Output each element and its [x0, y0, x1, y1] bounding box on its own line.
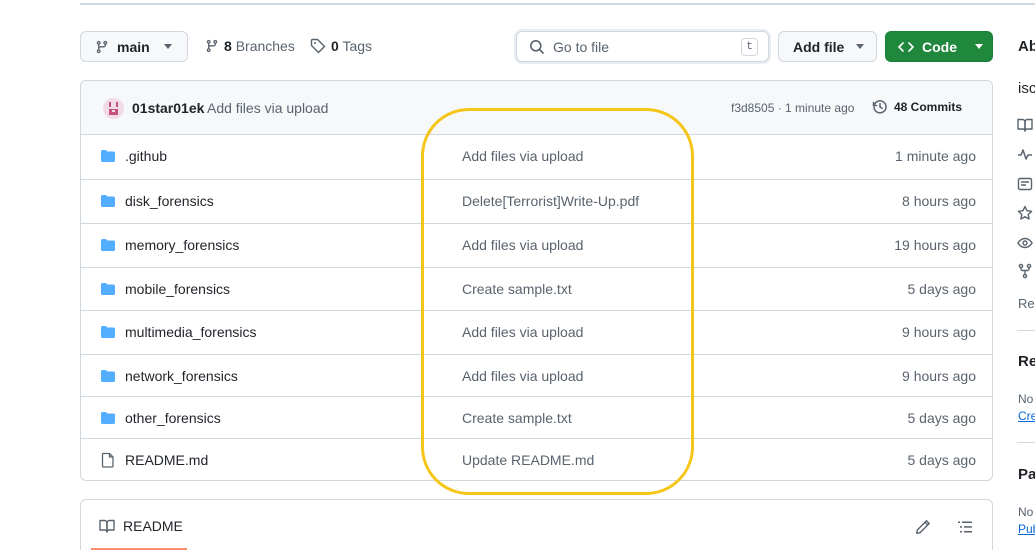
folder-icon — [100, 148, 116, 167]
file-name-link[interactable]: other_forensics — [125, 410, 221, 426]
folder-icon — [100, 410, 116, 429]
commit-age: 1 minute ago — [895, 148, 976, 164]
readme-tab[interactable]: README — [99, 518, 183, 534]
commit-message-link[interactable]: Add files via upload — [462, 368, 583, 384]
readme-panel: README — [80, 499, 993, 550]
file-row[interactable]: memory_forensics Add files via upload 19 h… — [81, 223, 992, 267]
file-row[interactable]: disk_forensics Delete[Terrorist]Write-Up.… — [81, 179, 992, 223]
keyboard-shortcut-badge: t — [741, 38, 758, 56]
tag-icon — [310, 38, 326, 54]
commit-message-link[interactable]: Update README.md — [462, 452, 594, 468]
chevron-down-icon — [856, 44, 865, 49]
commit-message[interactable]: Add files via upload — [207, 100, 328, 116]
pencil-icon[interactable] — [915, 519, 931, 535]
branches-link[interactable]: 8 Branches — [205, 38, 295, 54]
commit-message-link[interactable]: Create sample.txt — [462, 281, 572, 297]
branch-selector[interactable]: main — [80, 31, 188, 62]
commit-age: 19 hours ago — [894, 237, 976, 253]
avatar[interactable] — [103, 98, 124, 119]
file-name-link[interactable]: README.md — [125, 452, 208, 468]
folder-icon — [100, 368, 116, 387]
latest-commit-bar: 01star01ek Add files via upload f3d8505 … — [81, 81, 992, 135]
branches-count: 8 — [224, 38, 232, 54]
folder-icon — [100, 281, 116, 300]
book-icon[interactable] — [1017, 117, 1033, 133]
chevron-down-icon — [975, 44, 983, 49]
packages-heading[interactable]: Pa — [1018, 466, 1035, 483]
tags-label: Tags — [342, 38, 373, 54]
commits-link[interactable]: 48 Commits — [872, 99, 962, 115]
folder-icon — [100, 193, 116, 212]
commit-age: 5 days ago — [907, 452, 977, 468]
go-to-file-search[interactable]: t — [516, 31, 769, 62]
file-browser: 01star01ek Add files via upload f3d8505 … — [80, 80, 993, 481]
branch-name: main — [117, 38, 150, 55]
commit-author[interactable]: 01star01ek — [132, 100, 204, 116]
publish-package-link[interactable]: Pub — [1018, 522, 1035, 536]
repo-forked-icon[interactable] — [1017, 263, 1033, 279]
sidebar-divider — [1017, 330, 1035, 331]
file-row[interactable]: other_forensics Create sample.txt 5 days a… — [81, 396, 992, 440]
code-label: Code — [922, 38, 957, 55]
sidebar-divider — [1017, 442, 1035, 443]
about-heading: Ab — [1018, 38, 1035, 55]
commit-age: 8 hours ago — [902, 193, 976, 209]
note-icon[interactable] — [1017, 176, 1033, 192]
file-row[interactable]: .github Add files via upload 1 minute ago — [81, 135, 992, 179]
git-branch-icon — [96, 40, 108, 53]
history-icon — [872, 100, 887, 114]
commit-hash-time[interactable]: f3d8505 · 1 minute ago — [731, 101, 854, 115]
file-name-link[interactable]: disk_forensics — [125, 193, 214, 209]
commit-message-link[interactable]: Create sample.txt — [462, 410, 572, 426]
report-link-partial[interactable]: Re — [1018, 296, 1035, 311]
commit-message-link[interactable]: Delete[Terrorist]Write-Up.pdf — [462, 193, 639, 209]
tags-count: 0 — [331, 38, 339, 54]
packages-empty-text: No — [1018, 505, 1034, 519]
tags-link[interactable]: 0 Tags — [310, 38, 372, 54]
file-name-link[interactable]: mobile_forensics — [125, 281, 230, 297]
commit-age: 5 days ago — [907, 410, 977, 426]
git-branch-icon — [206, 39, 218, 53]
commit-message-link[interactable]: Add files via upload — [462, 237, 583, 253]
readme-title: README — [123, 518, 183, 534]
add-file-button[interactable]: Add file — [778, 31, 877, 62]
about-description: isc — [1018, 80, 1035, 97]
file-name-link[interactable]: multimedia_forensics — [125, 324, 257, 340]
file-icon — [100, 452, 116, 471]
releases-empty-text: No — [1018, 392, 1034, 406]
commit-message-link[interactable]: Add files via upload — [462, 324, 583, 340]
chevron-down-icon — [163, 44, 172, 49]
file-row[interactable]: mobile_forensics Create sample.txt 5 days … — [81, 267, 992, 311]
commits-count: 48 Commits — [894, 100, 963, 114]
top-divider — [80, 3, 1035, 5]
folder-icon — [100, 324, 116, 343]
branches-label: Branches — [235, 38, 295, 54]
avatar-identicon — [103, 98, 124, 119]
commit-age: 9 hours ago — [902, 324, 976, 340]
commit-message-link[interactable]: Add files via upload — [462, 148, 583, 164]
book-icon — [99, 519, 115, 533]
commit-age: 9 hours ago — [902, 368, 976, 384]
list-outline-icon[interactable] — [957, 519, 973, 535]
file-name-link[interactable]: network_forensics — [125, 368, 238, 384]
add-file-label: Add file — [793, 38, 845, 55]
file-name-link[interactable]: .github — [125, 148, 167, 164]
releases-heading[interactable]: Re — [1018, 353, 1035, 370]
search-input[interactable] — [553, 38, 733, 55]
create-release-link[interactable]: Cre — [1018, 409, 1035, 423]
eye-icon[interactable] — [1017, 235, 1033, 251]
code-button[interactable]: Code — [885, 31, 993, 62]
file-row[interactable]: README.md Update README.md 5 days ago — [81, 438, 992, 480]
file-row[interactable]: multimedia_forensics Add files via upload… — [81, 310, 992, 354]
search-icon — [530, 39, 545, 54]
folder-icon — [100, 237, 116, 256]
file-row[interactable]: network_forensics Add files via upload 9 h… — [81, 354, 992, 398]
commit-age: 5 days ago — [907, 281, 977, 297]
file-name-link[interactable]: memory_forensics — [125, 237, 239, 253]
activity-icon[interactable] — [1017, 146, 1033, 162]
code-icon — [898, 41, 914, 52]
star-icon[interactable] — [1017, 205, 1033, 221]
